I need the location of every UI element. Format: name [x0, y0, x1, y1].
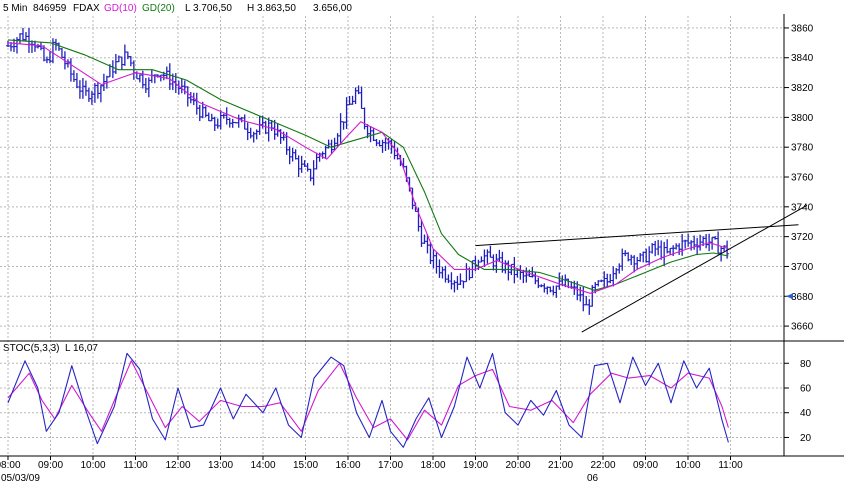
x-tick-label: 09:00 [633, 460, 658, 471]
stoch-tick-label: 40 [800, 408, 812, 419]
y-tick-label: 3680 [791, 292, 814, 303]
header-high-label: H 3.863,50 [247, 3, 296, 14]
y-tick-label: 3800 [791, 113, 814, 124]
chart-canvas: 5 Min 846959 FDAX GD(10) GD(20) L 3.706,… [0, 0, 844, 485]
header-symbol: FDAX [73, 3, 100, 14]
x-tick-label: 18:00 [420, 460, 445, 471]
x-tick-label: 21:00 [548, 460, 573, 471]
stoch-tick-label: 60 [800, 383, 812, 394]
x-tick-label: 16:00 [335, 460, 360, 471]
x-tick-label: 09:00 [38, 460, 63, 471]
x-tick-label: 20:00 [505, 460, 530, 471]
date-label-right: 06 [587, 473, 599, 484]
y-tick-label: 3820 [791, 83, 814, 94]
header-ma10-label: GD(10) [104, 3, 137, 14]
x-tick-label: 13:00 [208, 460, 233, 471]
x-tick-label: 19:00 [463, 460, 488, 471]
header-interval: 5 Min [3, 3, 27, 14]
header-last-label: 3.656,00 [313, 3, 352, 14]
x-tick-label: 10:00 [80, 460, 105, 471]
header-id: 846959 [33, 3, 67, 14]
y-tick-label: 3720 [791, 232, 814, 243]
x-tick-label: 17:00 [378, 460, 403, 471]
x-tick-label: 22:00 [590, 460, 615, 471]
x-tick-label: 15:00 [293, 460, 318, 471]
x-tick-label: 11:00 [123, 460, 148, 471]
x-tick-label: 12:00 [165, 460, 190, 471]
y-tick-label: 3740 [791, 202, 814, 213]
y-tick-label: 3660 [791, 322, 814, 333]
y-tick-label: 3760 [791, 173, 814, 184]
x-tick-label: 11:00 [718, 460, 743, 471]
y-tick-label: 3700 [791, 262, 814, 273]
x-tick-label: 10:00 [675, 460, 700, 471]
stoch-tick-label: 80 [800, 359, 812, 370]
y-tick-label: 3860 [791, 23, 814, 34]
x-tick-label: 08:00 [0, 460, 21, 471]
header-low-label: L 3.706,50 [185, 3, 232, 14]
stoch-label: STOC(5,3,3) [3, 343, 60, 354]
y-tick-label: 3840 [791, 53, 814, 64]
stoch-tick-label: 20 [800, 433, 812, 444]
header-ma20-label: GD(20) [142, 3, 175, 14]
x-tick-label: 14:00 [250, 460, 275, 471]
y-tick-label: 3780 [791, 143, 814, 154]
date-label-left: 05/03/09 [1, 473, 40, 484]
